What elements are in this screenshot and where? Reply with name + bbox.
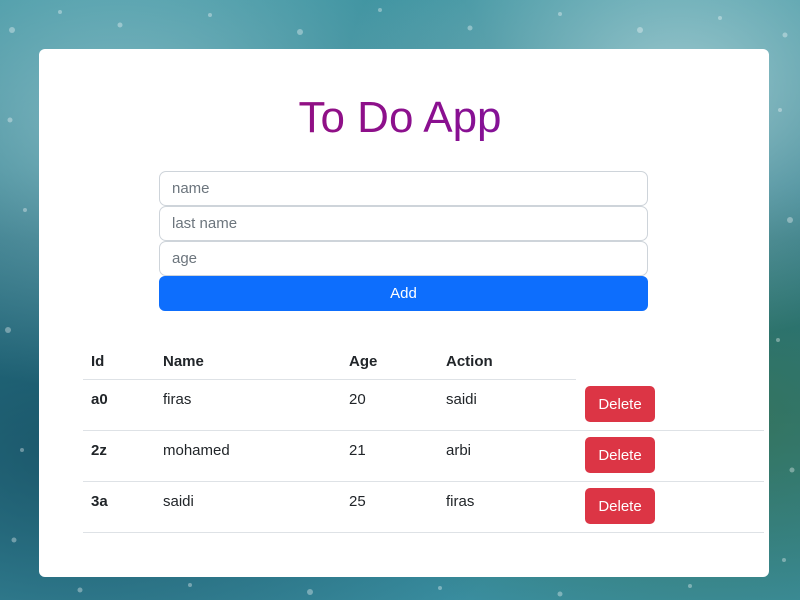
row-age: 25 xyxy=(349,493,366,510)
table-row: 2z mohamed 21 arbi Delete xyxy=(83,431,764,482)
last-name-input[interactable] xyxy=(159,206,648,241)
name-input[interactable] xyxy=(159,171,648,206)
row-id: 3a xyxy=(91,493,108,510)
row-action: saidi xyxy=(446,391,477,408)
delete-button[interactable]: Delete xyxy=(585,437,655,473)
people-table: Id Name Age Action a0 firas 20 saidi Del… xyxy=(83,343,764,533)
app-title: To Do App xyxy=(0,92,800,144)
row-name: mohamed xyxy=(163,442,230,459)
header-id: Id xyxy=(91,353,105,370)
delete-button[interactable]: Delete xyxy=(585,386,655,422)
row-age: 21 xyxy=(349,442,366,459)
row-action: arbi xyxy=(446,442,472,459)
table-header: Id Name Age Action xyxy=(83,343,576,380)
header-age: Age xyxy=(349,353,378,370)
age-input[interactable] xyxy=(159,241,648,276)
row-id: 2z xyxy=(91,442,107,459)
add-person-form: Add xyxy=(159,171,648,311)
row-id: a0 xyxy=(91,391,108,408)
table-row: 3a saidi 25 firas Delete xyxy=(83,482,764,533)
row-name: saidi xyxy=(163,493,194,510)
header-action: Action xyxy=(446,353,493,370)
add-button[interactable]: Add xyxy=(159,276,648,311)
row-age: 20 xyxy=(349,391,366,408)
delete-button[interactable]: Delete xyxy=(585,488,655,524)
header-name: Name xyxy=(163,353,204,370)
table-row: a0 firas 20 saidi Delete xyxy=(83,380,764,431)
row-action: firas xyxy=(446,493,475,510)
row-name: firas xyxy=(163,391,192,408)
